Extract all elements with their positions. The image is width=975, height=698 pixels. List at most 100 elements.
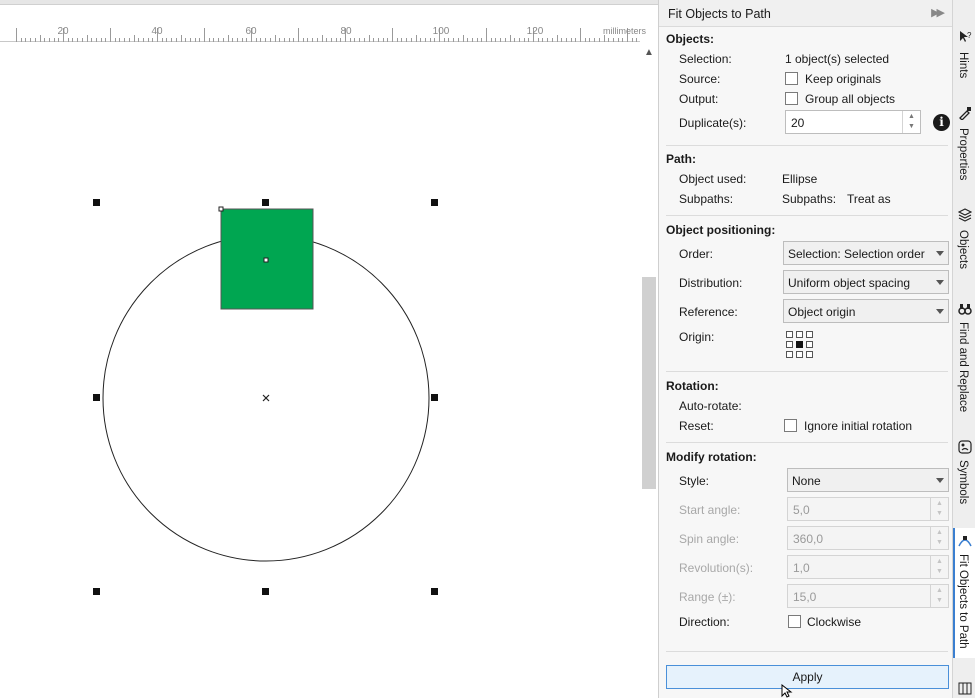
mouse-cursor-icon <box>781 684 793 698</box>
handle-middle-right <box>431 394 438 401</box>
separator <box>666 442 948 443</box>
apply-button[interactable]: Apply <box>666 665 949 689</box>
vertical-scrollbar[interactable]: ▲ <box>640 43 658 698</box>
selection-value: 1 object(s) selected <box>785 52 890 66</box>
spin-angle-arrows[interactable]: ▲ ▼ <box>930 527 948 549</box>
range-label: Range (±): <box>679 590 736 604</box>
tab-symbols[interactable]: Symbols <box>953 438 975 514</box>
square-center-node[interactable] <box>263 257 269 263</box>
spin-angle-spinbox[interactable]: 360,0 ▲ ▼ <box>787 526 949 550</box>
source-label: Source: <box>679 72 721 86</box>
group-all-checkbox[interactable] <box>785 92 798 105</box>
output-label: Output: <box>679 92 719 106</box>
start-angle-arrows[interactable]: ▲ ▼ <box>930 498 948 520</box>
revolutions-value: 1,0 <box>793 561 810 575</box>
fit-path-icon <box>958 536 972 547</box>
clockwise-checkbox[interactable] <box>788 615 801 628</box>
origin-cell-selected[interactable] <box>796 341 803 348</box>
handle-top-right <box>431 199 438 206</box>
direction-label: Direction: <box>679 615 730 629</box>
order-value: Selection: Selection order <box>788 247 925 261</box>
revolutions-spinbox[interactable]: 1,0 ▲ ▼ <box>787 555 949 579</box>
tab-hints[interactable]: ? Hints <box>953 28 975 88</box>
tab-properties[interactable]: Properties <box>953 104 975 184</box>
ruler-label: 60 <box>245 26 257 37</box>
style-value: None <box>792 474 821 488</box>
docker-title: Fit Objects to Path <box>668 7 771 21</box>
origin-cell[interactable] <box>796 351 803 358</box>
tab-label: Find and Replace <box>957 322 969 413</box>
drawing-canvas[interactable] <box>0 43 640 698</box>
reference-dropdown[interactable]: Object origin <box>783 299 949 323</box>
ruler-label: 80 <box>340 26 352 37</box>
origin-cell[interactable] <box>806 351 813 358</box>
ruler-label: 100 <box>432 26 450 37</box>
group-all-label: Group all objects <box>805 92 896 106</box>
info-icon[interactable]: i <box>933 114 950 131</box>
origin-cell[interactable] <box>786 351 793 358</box>
svg-text:?: ? <box>967 31 972 40</box>
scroll-thumb[interactable] <box>642 277 656 489</box>
origin-cell[interactable] <box>806 341 813 348</box>
duplicates-spinbox[interactable]: 20 ▲ ▼ <box>785 110 921 134</box>
revolutions-arrows[interactable]: ▲ ▼ <box>930 556 948 578</box>
table-icon <box>958 682 972 695</box>
separator <box>666 651 948 652</box>
keep-originals-label: Keep originals <box>805 72 882 86</box>
square-corner-node[interactable] <box>218 206 224 212</box>
fit-objects-docker: Fit Objects to Path ▶▶ Objects: Selectio… <box>659 0 952 698</box>
duplicates-value[interactable]: 20 <box>791 116 804 130</box>
collapse-docker-icon[interactable]: ▶▶ <box>931 6 945 19</box>
chevron-down-icon <box>936 478 944 483</box>
ignore-initial-label: Ignore initial rotation <box>804 419 913 433</box>
tab-more[interactable] <box>953 678 975 698</box>
modify-rotation-heading: Modify rotation: <box>666 450 757 464</box>
docker-tab-strip: ? Hints Properties Objects Find and Repl… <box>952 0 975 698</box>
horizontal-ruler[interactable]: 20 40 60 80 100 120 millimeters <box>0 24 646 42</box>
range-spinbox[interactable]: 15,0 ▲ ▼ <box>787 584 949 608</box>
handle-middle-left <box>93 394 100 401</box>
origin-cell[interactable] <box>796 331 803 338</box>
handle-bottom-center <box>262 588 269 595</box>
handle-top-left <box>93 199 100 206</box>
object-used-label: Object used: <box>679 172 747 186</box>
distribution-dropdown[interactable]: Uniform object spacing <box>783 270 949 294</box>
chevron-down-icon <box>936 309 944 314</box>
keep-originals-checkbox[interactable] <box>785 72 798 85</box>
binoculars-icon <box>958 304 972 315</box>
origin-label: Origin: <box>679 330 715 344</box>
scroll-up-icon[interactable]: ▲ <box>644 47 654 58</box>
revolutions-label: Revolution(s): <box>679 561 754 575</box>
tab-label: Fit Objects to Path <box>957 554 969 649</box>
origin-cell[interactable] <box>806 331 813 338</box>
style-label: Style: <box>679 474 710 488</box>
ignore-initial-checkbox[interactable] <box>784 419 797 432</box>
object-used-value: Ellipse <box>782 172 818 186</box>
tab-fit-objects-to-path[interactable]: Fit Objects to Path <box>953 528 975 658</box>
order-label: Order: <box>679 247 714 261</box>
origin-cell[interactable] <box>786 331 793 338</box>
start-angle-spinbox[interactable]: 5,0 ▲ ▼ <box>787 497 949 521</box>
symbols-icon <box>958 440 972 454</box>
subpaths-treat: Treat as <box>847 192 891 206</box>
tab-objects[interactable]: Objects <box>953 206 975 276</box>
path-heading: Path: <box>666 152 696 166</box>
order-dropdown[interactable]: Selection: Selection order <box>783 241 949 265</box>
layers-icon <box>958 208 972 222</box>
center-marker <box>262 394 270 402</box>
tab-label: Properties <box>957 128 969 181</box>
top-toolbar-edge <box>0 0 659 5</box>
style-dropdown[interactable]: None <box>787 468 949 492</box>
tab-find-replace[interactable]: Find and Replace <box>953 300 975 420</box>
origin-cell[interactable] <box>786 341 793 348</box>
reset-label: Reset: <box>679 419 714 433</box>
objects-heading: Objects: <box>666 32 715 46</box>
ruler-ticks <box>16 28 637 42</box>
ruler-label: 20 <box>57 26 69 37</box>
duplicates-label: Duplicate(s): <box>679 116 747 130</box>
tab-label: Symbols <box>957 460 969 505</box>
range-arrows[interactable]: ▲ ▼ <box>930 585 948 607</box>
tab-label: Objects <box>957 230 969 269</box>
auto-rotate-label: Auto-rotate: <box>679 399 742 413</box>
duplicates-arrows[interactable]: ▲ ▼ <box>902 111 920 133</box>
